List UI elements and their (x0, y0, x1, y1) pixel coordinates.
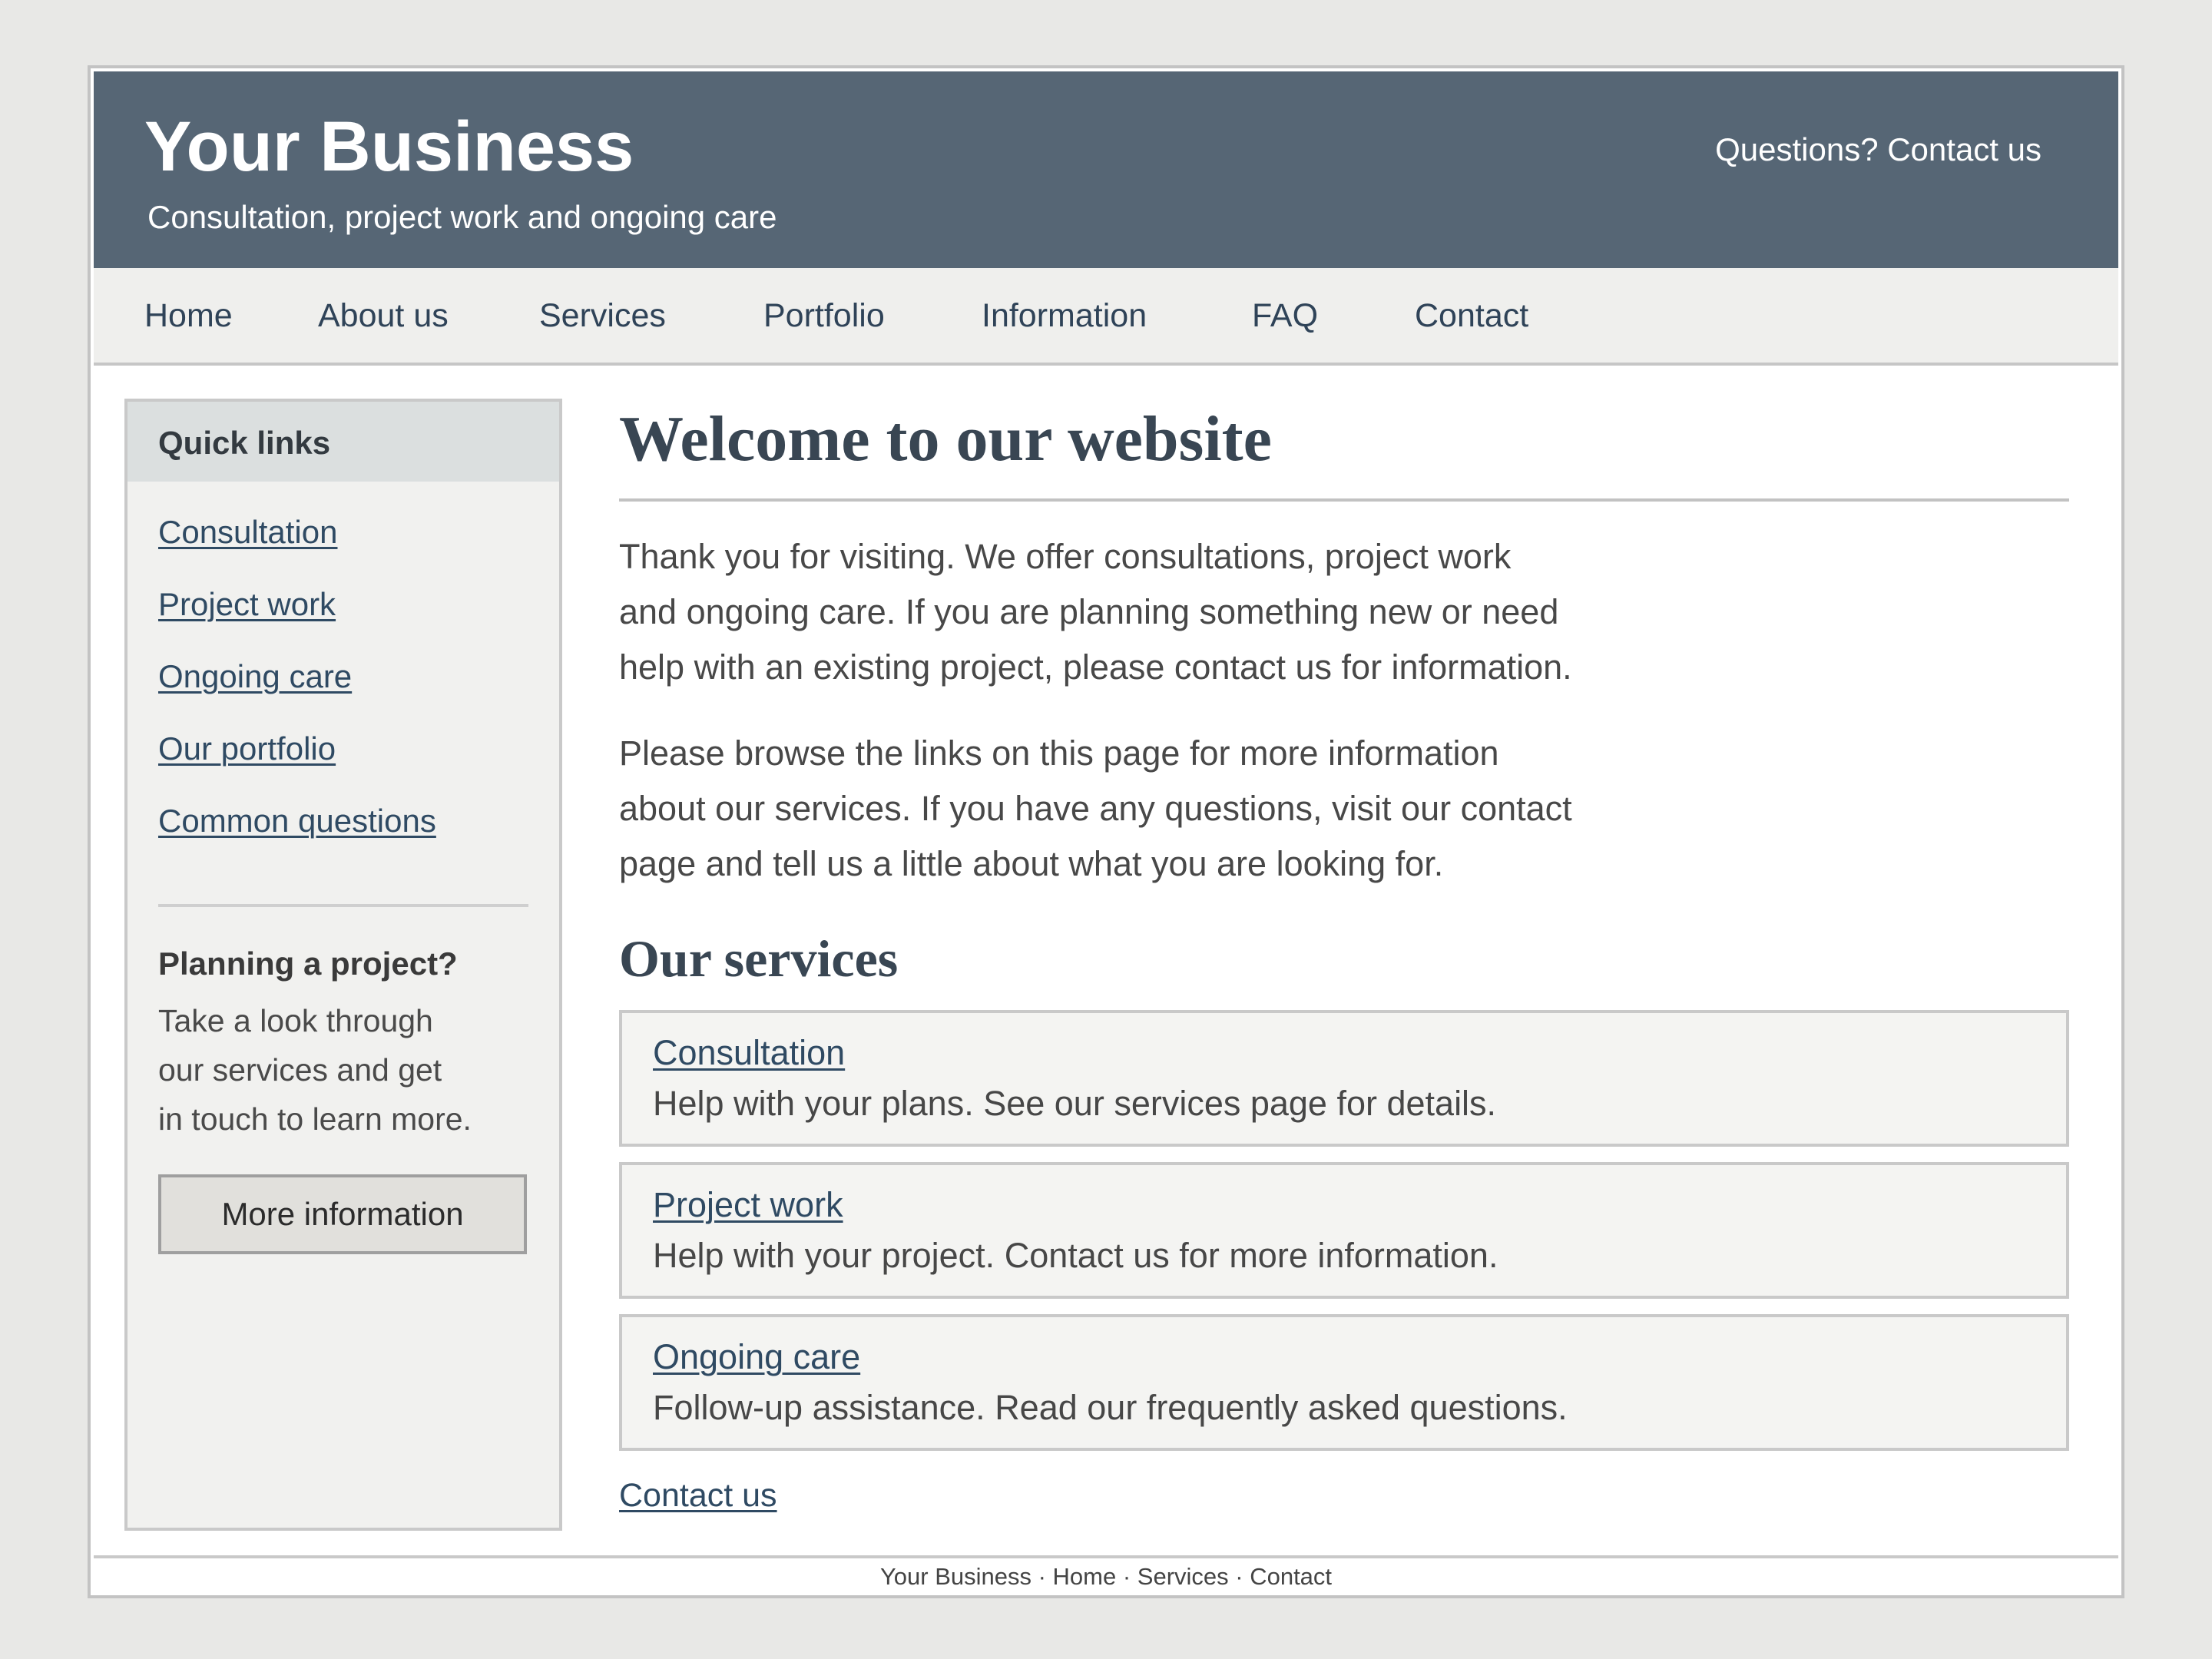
intro-paragraph-line: Thank you for visiting. We offer consult… (619, 537, 1512, 576)
quick-links-list: Consultation Project work Ongoing care O… (127, 482, 559, 875)
service-description: Follow-up assistance. Read our frequentl… (653, 1388, 1568, 1427)
sidebar-heading: Quick links (127, 402, 559, 482)
nav-item-information[interactable]: Information (982, 297, 1147, 335)
header-contact-link[interactable]: Questions? Contact us (1715, 131, 2041, 168)
quick-link-project-work[interactable]: Project work (158, 586, 336, 622)
page-container: Your Business Consultation, project work… (88, 65, 2124, 1598)
nav-item-faq[interactable]: FAQ (1252, 297, 1318, 335)
planning-text-line: Take a look through (158, 1003, 433, 1038)
service-link-consultation[interactable]: Consultation (653, 1033, 845, 1084)
quick-link-item: Consultation (158, 514, 559, 586)
site-tagline: Consultation, project work and ongoing c… (147, 199, 777, 235)
quick-link-ongoing-care[interactable]: Ongoing care (158, 658, 352, 694)
planning-heading: Planning a project? (158, 945, 458, 982)
site-footer: Your Business · Home · Services · Contac… (94, 1555, 2118, 1595)
nav-item-contact[interactable]: Contact (1415, 297, 1528, 335)
page-title: Welcome to our website (619, 403, 1272, 475)
nav-item-home[interactable]: Home (144, 297, 233, 335)
browse-paragraph-line: Please browse the links on this page for… (619, 733, 1499, 773)
nav-item-about-us[interactable]: About us (318, 297, 449, 335)
service-description: Help with your plans. See our services p… (653, 1084, 1497, 1123)
quick-link-item: Common questions (158, 803, 559, 875)
intro-paragraph: Thank you for visiting. We offer consult… (619, 529, 1648, 695)
service-description: Help with your project. Contact us for m… (653, 1236, 1498, 1275)
title-divider (619, 498, 2069, 502)
intro-paragraph-line: and ongoing care. If you are planning so… (619, 592, 1559, 631)
planning-text: Take a look through our services and get… (127, 982, 559, 1144)
quick-link-item: Ongoing care (158, 658, 559, 730)
service-card-consultation: Consultation Help with your plans. See o… (619, 1010, 2069, 1147)
service-link-ongoing-care[interactable]: Ongoing care (653, 1337, 860, 1388)
main-content: Welcome to our website Thank you for vis… (619, 399, 2071, 1515)
main-navigation: Home About us Services Portfolio Informa… (94, 268, 2118, 366)
browse-paragraph: Please browse the links on this page for… (619, 726, 1648, 892)
service-link-project-work[interactable]: Project work (653, 1185, 843, 1236)
quick-link-item: Our portfolio (158, 730, 559, 803)
nav-item-services[interactable]: Services (539, 297, 666, 335)
sidebar: Quick links Consultation Project work On… (124, 399, 562, 1531)
planning-text-line: our services and get (158, 1052, 442, 1088)
quick-link-common-questions[interactable]: Common questions (158, 803, 436, 839)
service-card-project-work: Project work Help with your project. Con… (619, 1162, 2069, 1299)
intro-paragraph-line: help with an existing project, please co… (619, 647, 1572, 687)
quick-link-consultation[interactable]: Consultation (158, 514, 337, 550)
planning-text-line: in touch to learn more. (158, 1101, 472, 1137)
browse-paragraph-line: page and tell us a little about what you… (619, 844, 1444, 883)
quick-link-our-portfolio[interactable]: Our portfolio (158, 730, 336, 767)
site-header: Your Business Consultation, project work… (94, 71, 2118, 268)
services-heading: Our services (619, 929, 899, 988)
browse-paragraph-line: about our services. If you have any ques… (619, 789, 1572, 828)
quick-link-item: Project work (158, 586, 559, 658)
nav-item-portfolio[interactable]: Portfolio (763, 297, 885, 335)
service-card-ongoing-care: Ongoing care Follow-up assistance. Read … (619, 1314, 2069, 1451)
contact-us-link[interactable]: Contact us (619, 1477, 777, 1515)
site-title[interactable]: Your Business (144, 107, 634, 187)
more-information-button[interactable]: More information (158, 1174, 527, 1254)
